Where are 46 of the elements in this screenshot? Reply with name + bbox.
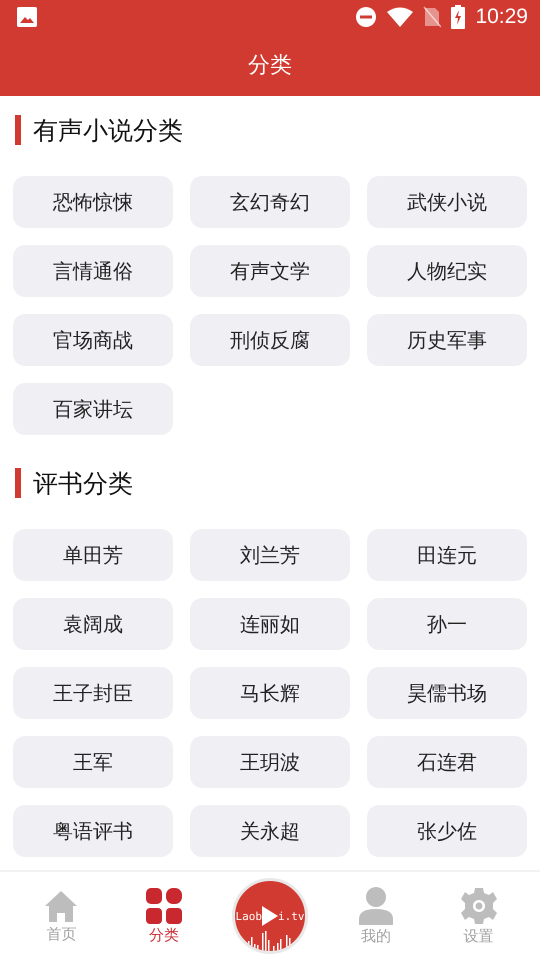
play-logo-button[interactable]: Laob i.tv xyxy=(232,878,308,954)
waveform-drawing xyxy=(248,931,292,951)
clock-time: 10:29 xyxy=(475,4,528,28)
settings-icon xyxy=(460,886,498,924)
category-chip[interactable]: 张少佐 xyxy=(367,805,527,857)
category-chip[interactable]: 孙一 xyxy=(367,598,527,650)
category-chip[interactable]: 人物纪实 xyxy=(367,245,527,297)
section-title: 有声小说分类 xyxy=(33,114,183,146)
category-chip[interactable]: 连丽如 xyxy=(190,598,350,650)
person-icon xyxy=(358,886,393,924)
category-chip[interactable]: 百家讲坛 xyxy=(13,383,173,435)
battery-icon xyxy=(451,4,466,28)
logo-text: i.tv xyxy=(278,910,304,922)
category-chip[interactable]: 关永超 xyxy=(190,805,350,857)
image-icon xyxy=(16,6,38,28)
nav-tab[interactable]: 分类 xyxy=(129,888,200,944)
category-chip[interactable]: 玄幻奇幻 xyxy=(190,176,350,228)
play-icon xyxy=(262,906,278,926)
accent-bar xyxy=(15,468,21,498)
no-sim-icon xyxy=(423,6,442,28)
category-chip[interactable]: 武侠小说 xyxy=(367,176,527,228)
logo-text: Laob xyxy=(235,910,262,922)
category-chip[interactable]: 袁阔成 xyxy=(13,598,173,650)
category-chip[interactable]: 王子封臣 xyxy=(13,667,173,719)
category-chip[interactable]: 刑侦反腐 xyxy=(190,314,350,366)
home-icon xyxy=(44,888,78,922)
category-chip[interactable]: 有声文学 xyxy=(190,245,350,297)
category-chip[interactable]: 马长辉 xyxy=(190,667,350,719)
accent-bar xyxy=(15,115,21,145)
grid-icon xyxy=(146,888,182,924)
do-not-disturb-icon xyxy=(355,6,378,28)
category-chip[interactable]: 官场商战 xyxy=(13,314,173,366)
category-chip[interactable]: 王军 xyxy=(13,736,173,788)
page-title: 分类 xyxy=(248,52,292,80)
category-chip[interactable]: 石连君 xyxy=(367,736,527,788)
wifi-icon xyxy=(387,6,414,28)
category-chip[interactable]: 王玥波 xyxy=(190,736,350,788)
category-chip[interactable]: 粤语评书 xyxy=(13,805,173,857)
category-chip[interactable]: 刘兰芳 xyxy=(190,529,350,581)
category-chip[interactable]: 昊儒书场 xyxy=(367,667,527,719)
category-chip[interactable]: 恐怖惊悚 xyxy=(13,176,173,228)
section-title: 评书分类 xyxy=(33,468,133,500)
category-chip[interactable]: 历史军事 xyxy=(367,314,527,366)
category-chip[interactable]: 单田芳 xyxy=(13,529,173,581)
category-chip[interactable]: 言情通俗 xyxy=(13,245,173,297)
category-chip[interactable]: 田连元 xyxy=(367,529,527,581)
